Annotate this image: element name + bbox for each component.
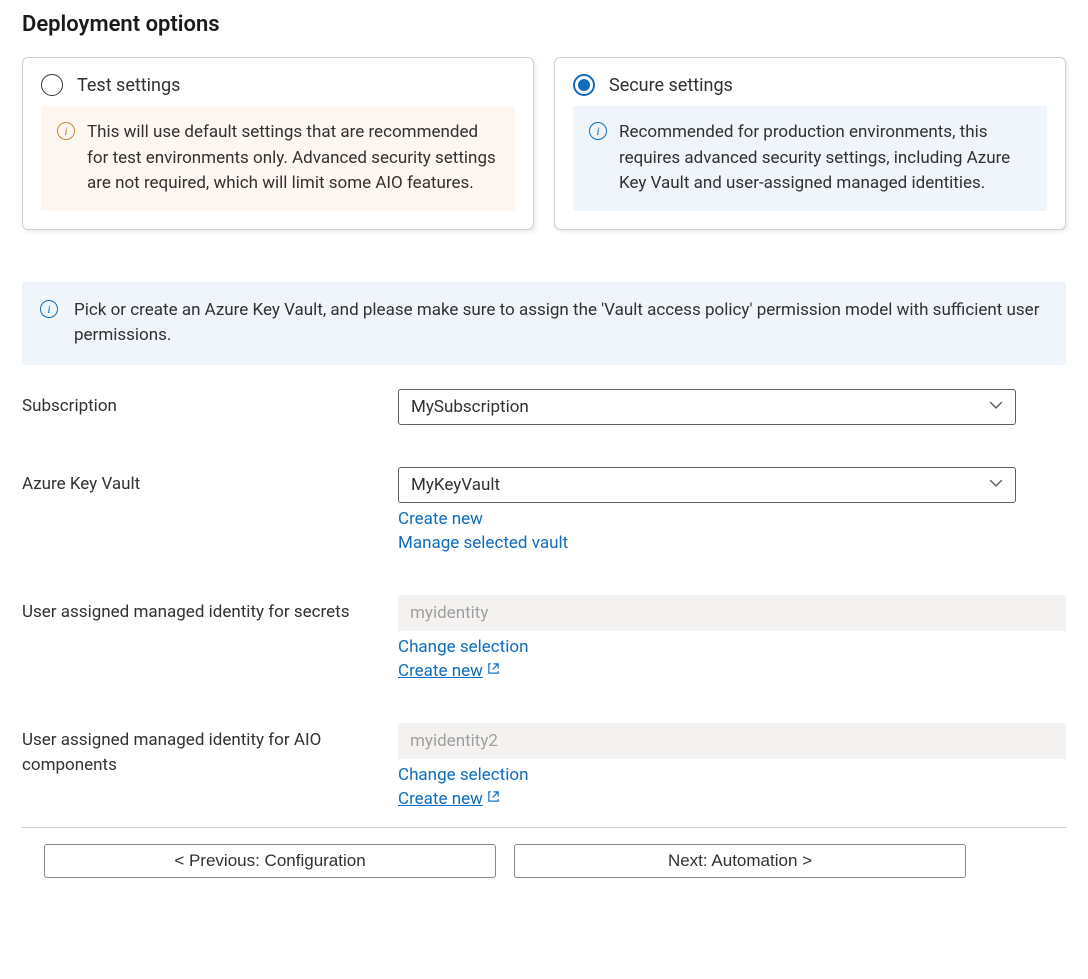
row-identity-secrets: User assigned managed identity for secre… xyxy=(22,595,1066,681)
link-identity-aio-create-text: Create new xyxy=(398,789,483,809)
external-link-icon xyxy=(487,790,500,807)
link-identity-aio-create[interactable]: Create new xyxy=(398,789,500,809)
row-subscription: Subscription MySubscription xyxy=(22,389,1066,425)
keyvault-notice-text: Pick or create an Azure Key Vault, and p… xyxy=(74,298,1048,349)
option-header-secure: Secure settings xyxy=(573,74,1047,96)
option-description-secure: Recommended for production environments,… xyxy=(619,120,1031,197)
next-button[interactable]: Next: Automation > xyxy=(514,844,966,878)
chevron-down-icon xyxy=(989,398,1003,416)
radio-secure[interactable] xyxy=(573,74,595,96)
label-subscription: Subscription xyxy=(22,389,398,420)
select-subscription[interactable]: MySubscription xyxy=(398,389,1016,425)
info-icon: i xyxy=(57,122,75,140)
section-title: Deployment options xyxy=(22,12,1066,37)
field-identity-aio-value: myidentity2 xyxy=(410,731,498,751)
link-identity-secrets-change[interactable]: Change selection xyxy=(398,637,528,657)
deployment-options-row: Test settings i This will use default se… xyxy=(22,57,1066,230)
field-identity-secrets-value: myidentity xyxy=(410,603,488,623)
link-keyvault-create[interactable]: Create new xyxy=(398,509,483,529)
info-panel-test: i This will use default settings that ar… xyxy=(41,106,515,211)
info-panel-secure: i Recommended for production environment… xyxy=(573,106,1047,211)
link-identity-secrets-create[interactable]: Create new xyxy=(398,661,500,681)
info-icon: i xyxy=(589,122,607,140)
keyvault-notice: i Pick or create an Azure Key Vault, and… xyxy=(22,282,1066,365)
row-identity-aio: User assigned managed identity for AIO c… xyxy=(22,723,1066,809)
row-keyvault: Azure Key Vault MyKeyVault Create new Ma… xyxy=(22,467,1066,553)
select-keyvault-value: MyKeyVault xyxy=(411,475,500,495)
previous-button[interactable]: < Previous: Configuration xyxy=(44,844,496,878)
select-keyvault[interactable]: MyKeyVault xyxy=(398,467,1016,503)
option-card-test[interactable]: Test settings i This will use default se… xyxy=(22,57,534,230)
nav-buttons: < Previous: Configuration Next: Automati… xyxy=(22,844,1066,878)
link-identity-aio-change[interactable]: Change selection xyxy=(398,765,528,785)
select-subscription-value: MySubscription xyxy=(411,397,529,417)
link-identity-secrets-create-text: Create new xyxy=(398,661,483,681)
option-title-test: Test settings xyxy=(77,75,180,96)
field-identity-aio: myidentity2 xyxy=(398,723,1066,759)
link-keyvault-manage[interactable]: Manage selected vault xyxy=(398,533,568,553)
field-identity-secrets: myidentity xyxy=(398,595,1066,631)
label-keyvault: Azure Key Vault xyxy=(22,467,398,498)
external-link-icon xyxy=(487,662,500,679)
chevron-down-icon xyxy=(989,476,1003,494)
divider xyxy=(22,827,1066,828)
option-header-test: Test settings xyxy=(41,74,515,96)
option-card-secure[interactable]: Secure settings i Recommended for produc… xyxy=(554,57,1066,230)
option-title-secure: Secure settings xyxy=(609,75,733,96)
form-area: Subscription MySubscription Azure Key Va… xyxy=(22,389,1066,809)
radio-test[interactable] xyxy=(41,74,63,96)
label-identity-aio: User assigned managed identity for AIO c… xyxy=(22,723,398,779)
label-identity-secrets: User assigned managed identity for secre… xyxy=(22,595,398,626)
info-icon: i xyxy=(40,300,58,318)
option-description-test: This will use default settings that are … xyxy=(87,120,499,197)
